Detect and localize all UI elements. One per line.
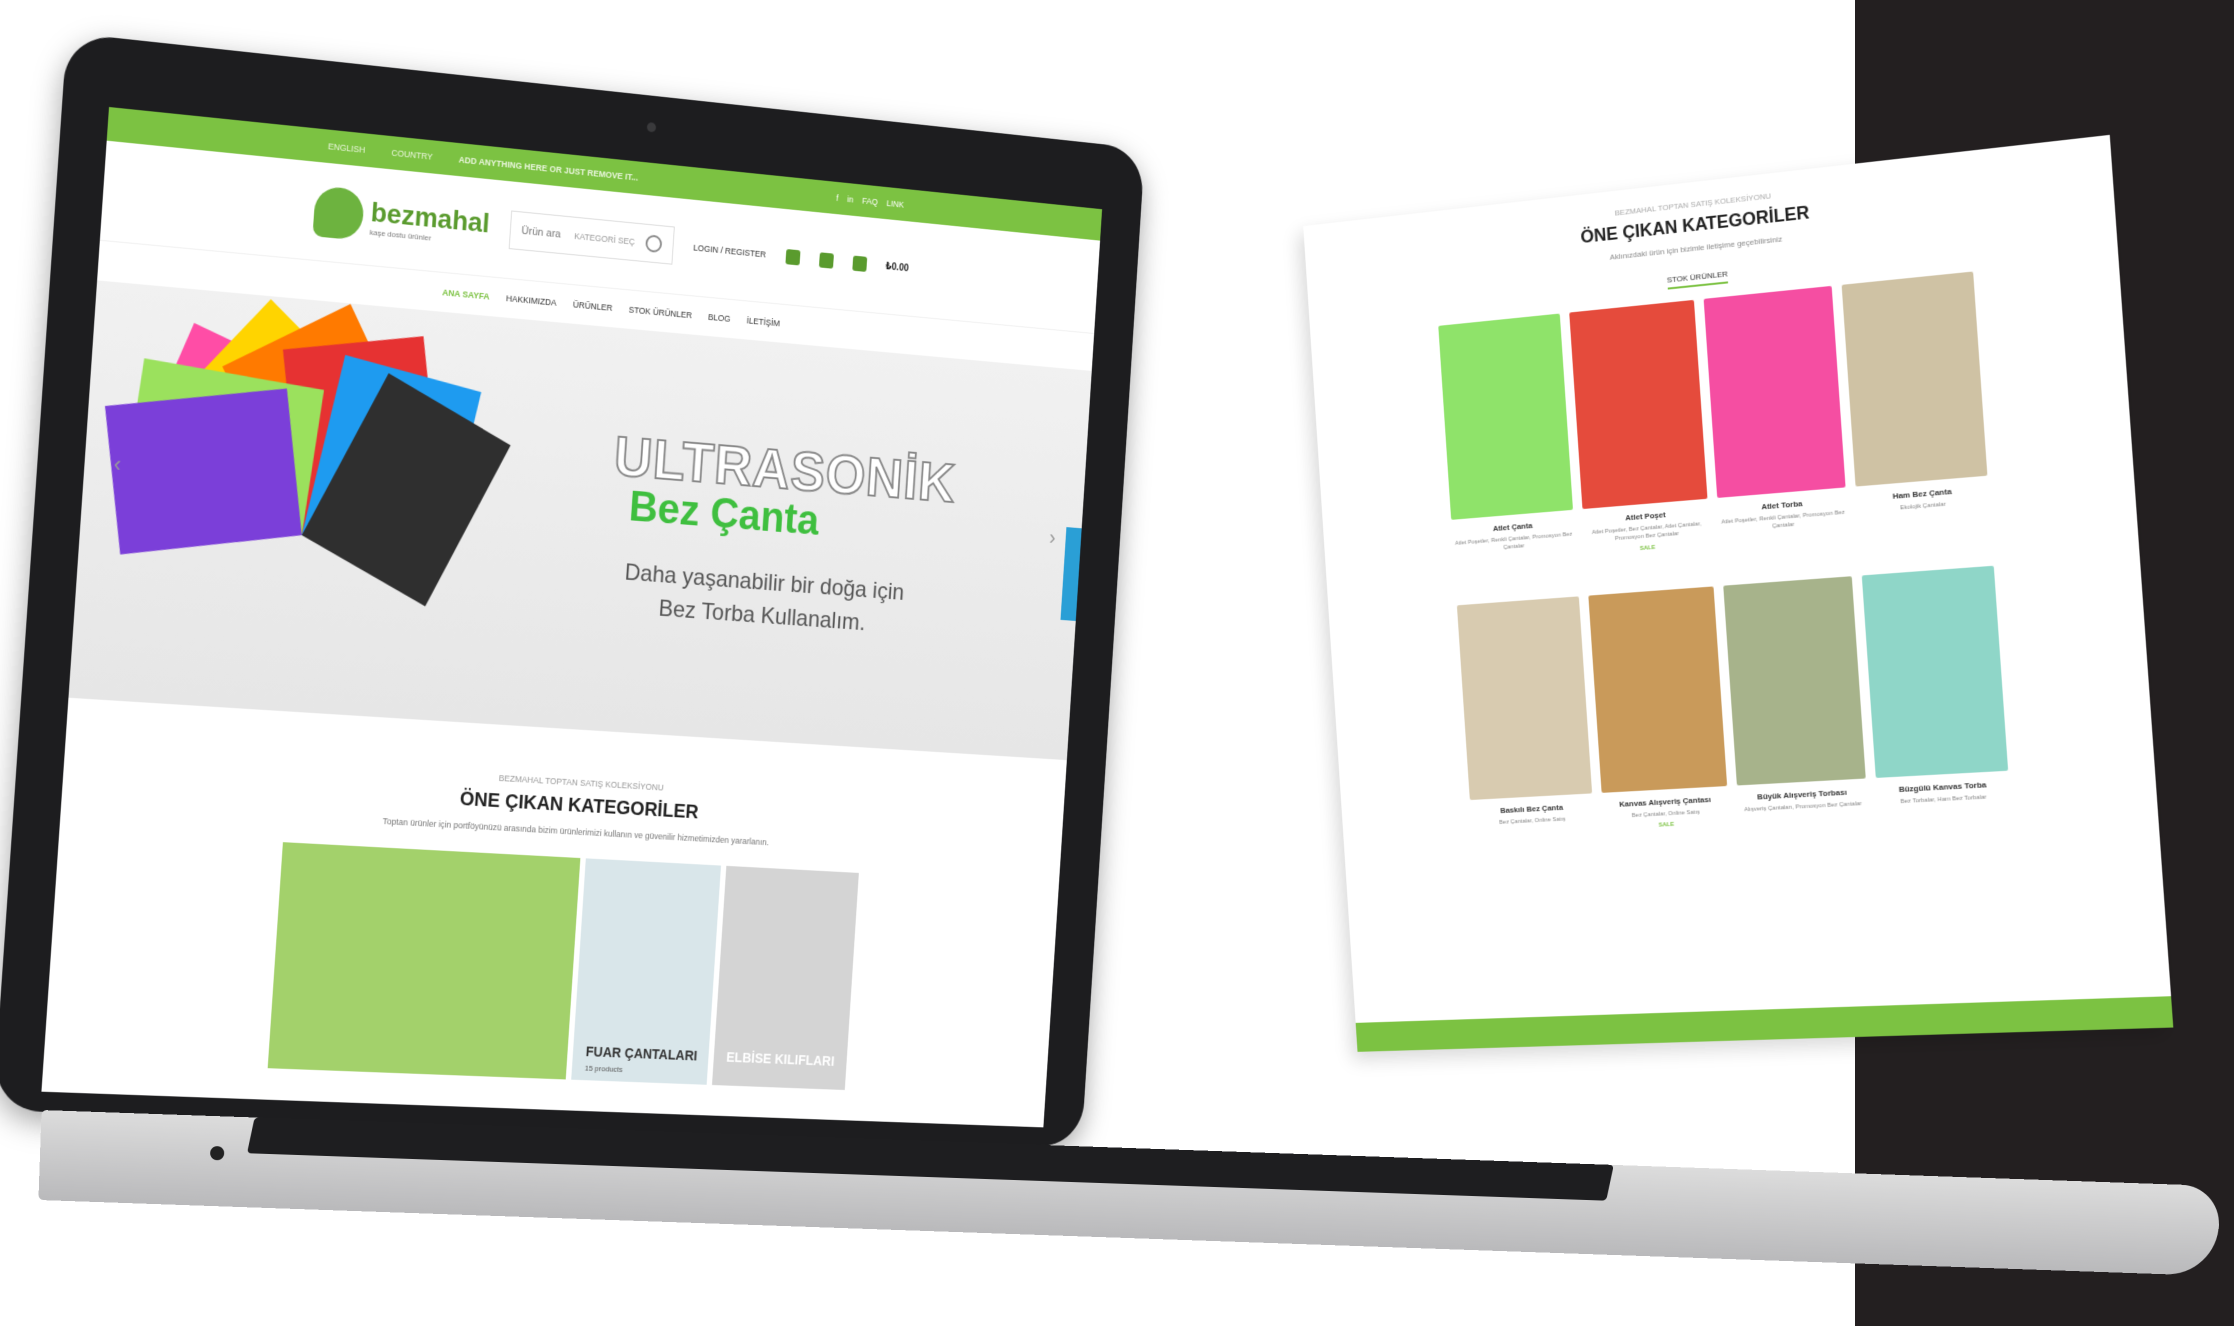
search-input[interactable]: Ürün ara KATEGORİ SEÇ: [508, 210, 675, 264]
language-select[interactable]: ENGLISH: [328, 141, 366, 155]
slider-next-button[interactable]: ›: [1048, 526, 1056, 551]
faq-link[interactable]: FAQ: [862, 196, 878, 207]
country-select[interactable]: COUNTRY: [391, 148, 433, 162]
product-image: [1723, 576, 1866, 785]
product-image: [1569, 300, 1707, 509]
page-title: ÖNE ÇIKAN KATEGORİLER: [1305, 169, 2113, 278]
product-image: [1588, 586, 1727, 792]
product-image: [1862, 566, 2008, 778]
search-placeholder: Ürün ara: [521, 225, 561, 240]
social-links: f in FAQ LINK: [836, 193, 904, 209]
product-grid-row-2: Baskılı Bez Çanta Bez Çantalar, Online S…: [1329, 555, 2158, 845]
social-share-bar[interactable]: [1060, 527, 1081, 621]
tab-label: STOK ÜRÜNLER: [1667, 269, 1729, 289]
category-cards: FUAR ÇANTALARI 15 products ELBİSE KILIFL…: [44, 830, 1059, 1097]
product-card[interactable]: Büzgülü Kanvas Torba Bez Torbalar, Ham B…: [1862, 566, 2011, 818]
product-image: [1457, 596, 1592, 800]
nav-home[interactable]: ANA SAYFA: [442, 288, 490, 302]
floating-page-card: BEZMAHAL TOPTAN SATIŞ KOLEKSİYONU ÖNE ÇI…: [1303, 135, 2173, 1052]
cart-total: ₺0.00: [885, 261, 909, 274]
wishlist-icon[interactable]: [785, 249, 800, 265]
category-count: 15 products: [584, 1064, 623, 1074]
facebook-icon[interactable]: f: [836, 193, 839, 203]
logo[interactable]: bezmahal kaşe dostu ürünler: [312, 185, 491, 253]
bag-leaf-logo-icon: [312, 185, 364, 240]
category-card-fair-bags[interactable]: FUAR ÇANTALARI 15 products: [571, 858, 721, 1084]
product-card[interactable]: Ham Bez Çanta Ekolojik Çantalar: [1842, 271, 1991, 534]
product-image: [1438, 314, 1573, 520]
website-display: ENGLISH COUNTRY ADD ANYTHING HERE OR JUS…: [41, 107, 1102, 1127]
product-card[interactable]: Atlet Poşet Atlet Poşetler, Bez Çantalar…: [1569, 300, 1711, 556]
product-card[interactable]: Atlet Çanta Atlet Poşetler, Renkli Çanta…: [1438, 314, 1576, 567]
category-label: ELBİSE KILIFLARI: [726, 1049, 835, 1068]
product-categories: Alışveriş Çantaları, Promosyon Bez Çanta…: [1738, 800, 1867, 815]
category-select[interactable]: KATEGORİ SEÇ: [574, 231, 635, 246]
product-card[interactable]: Kanvas Alışveriş Çantası Bez Çantalar, O…: [1588, 586, 1729, 831]
product-card[interactable]: Büyük Alışveriş Torbası Alışveriş Çantal…: [1723, 576, 1868, 825]
nav-contact[interactable]: İLETİŞİM: [746, 316, 780, 329]
product-image: [1842, 271, 1988, 486]
product-image: [1704, 286, 1846, 498]
login-register-link[interactable]: LOGIN / REGISTER: [693, 243, 766, 260]
nav-about[interactable]: HAKKIMIZDA: [506, 293, 557, 307]
category-label: FUAR ÇANTALARI: [585, 1044, 697, 1064]
category-card-garment-covers[interactable]: ELBİSE KILIFLARI: [712, 866, 859, 1090]
nav-stock-products[interactable]: STOK ÜRÜNLER: [628, 305, 692, 320]
category-card-eco[interactable]: [268, 842, 581, 1079]
product-categories: Bez Torbalar, Ham Bez Torbalar: [1877, 792, 2010, 807]
laptop-screen: ENGLISH COUNTRY ADD ANYTHING HERE OR JUS…: [0, 33, 1145, 1148]
colorful-bags-fan-image: [223, 313, 484, 586]
search-icon[interactable]: [645, 234, 662, 253]
nav-products[interactable]: ÜRÜNLER: [573, 300, 613, 313]
product-card[interactable]: Baskılı Bez Çanta Bez Çantalar, Online S…: [1457, 596, 1595, 838]
compare-icon[interactable]: [819, 252, 834, 268]
linkedin-icon[interactable]: in: [847, 194, 854, 204]
sale-badge: SALE: [1604, 819, 1730, 831]
nav-blog[interactable]: BLOG: [708, 312, 731, 324]
product-categories: Bez Çantalar, Online Satış: [1471, 814, 1594, 829]
top-link[interactable]: LINK: [886, 198, 904, 209]
cart-icon[interactable]: [852, 256, 867, 272]
product-card[interactable]: Atlet Torba Atlet Poşetler, Renkli Çanta…: [1704, 286, 1849, 546]
camera-icon: [647, 122, 657, 132]
hero-line-2: Bez Torba Kullanalım.: [658, 596, 866, 637]
power-indicator-icon: [210, 1146, 224, 1160]
